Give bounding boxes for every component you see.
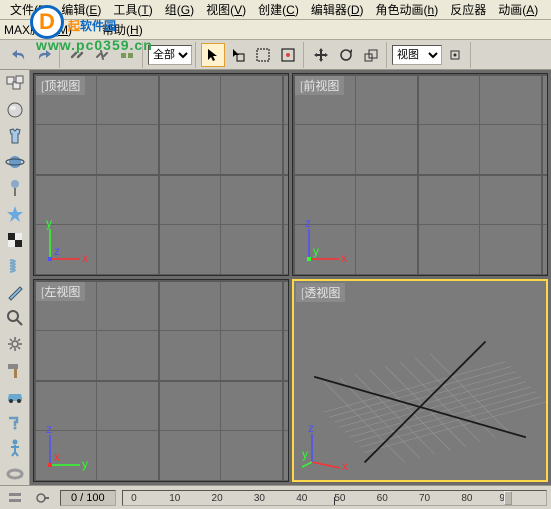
checker-icon[interactable] bbox=[2, 228, 28, 251]
menu-create[interactable]: 创建(C) bbox=[252, 0, 305, 20]
menu-editors[interactable]: 编辑器(D) bbox=[305, 0, 370, 20]
car-icon[interactable] bbox=[2, 384, 28, 407]
svg-text:z: z bbox=[308, 424, 314, 435]
pivot-center-button[interactable] bbox=[443, 43, 467, 67]
menu-reactor[interactable]: 反应器 bbox=[444, 0, 492, 20]
timeline-config-icon[interactable] bbox=[4, 488, 26, 508]
axis-gizmo-icon: x z y bbox=[302, 424, 350, 472]
hammer-icon[interactable] bbox=[2, 358, 28, 381]
selection-filter-dropdown[interactable]: 全部 bbox=[148, 45, 192, 65]
magnify-icon[interactable] bbox=[2, 306, 28, 329]
link-button[interactable] bbox=[65, 43, 89, 67]
select-region-button[interactable] bbox=[251, 43, 275, 67]
viewport-label-top: [顶视图 bbox=[36, 76, 85, 95]
brush-icon[interactable] bbox=[2, 280, 28, 303]
faucet-icon[interactable] bbox=[2, 410, 28, 433]
redo-button[interactable] bbox=[32, 43, 56, 67]
viewport-perspective[interactable]: [透视图 x z y bbox=[292, 279, 548, 482]
svg-text:y: y bbox=[313, 244, 319, 258]
viewport-left[interactable]: [左视图 y z x bbox=[33, 279, 289, 482]
select-by-name-button[interactable] bbox=[226, 43, 250, 67]
svg-text:z: z bbox=[54, 244, 60, 258]
menu-animation[interactable]: 动画(A) bbox=[492, 0, 544, 20]
svg-text:y: y bbox=[82, 457, 88, 471]
scale-button[interactable] bbox=[359, 43, 383, 67]
menu-maxscript[interactable]: MAX脚本(M) bbox=[4, 21, 72, 38]
main-toolbar: 全部 视图 bbox=[0, 40, 551, 70]
viewport-label-left: [左视图 bbox=[36, 282, 85, 301]
gear-icon[interactable] bbox=[2, 332, 28, 355]
select-object-button[interactable] bbox=[201, 43, 225, 67]
spring-icon[interactable] bbox=[2, 254, 28, 277]
move-button[interactable] bbox=[309, 43, 333, 67]
main-menu-bar: 文件(F) 编辑(E) 工具(T) 组(G) 视图(V) 创建(C) 编辑器(D… bbox=[0, 0, 551, 20]
svg-text:y: y bbox=[46, 219, 52, 230]
pushpin-icon[interactable] bbox=[2, 176, 28, 199]
menu-group[interactable]: 组(G) bbox=[159, 0, 200, 20]
axis-gizmo-icon: y z x bbox=[42, 425, 90, 473]
menu-file[interactable]: 文件(F) bbox=[4, 0, 55, 20]
menu-edit[interactable]: 编辑(E) bbox=[55, 0, 107, 20]
undo-button[interactable] bbox=[7, 43, 31, 67]
svg-text:z: z bbox=[46, 425, 52, 436]
viewport-top[interactable]: [顶视图 x y z bbox=[33, 73, 289, 276]
primitives-box-icon[interactable] bbox=[2, 72, 28, 95]
torus-icon[interactable] bbox=[2, 462, 28, 485]
viewport-label-front: [前视图 bbox=[295, 76, 344, 95]
menu-character[interactable]: 角色动画(h) bbox=[370, 0, 445, 20]
viewport-container: [顶视图 x y z [前视图 x z y [左视图 y z x bbox=[30, 70, 551, 485]
menu-views[interactable]: 视图(V) bbox=[200, 0, 252, 20]
bind-button[interactable] bbox=[115, 43, 139, 67]
svg-text:x: x bbox=[341, 251, 347, 265]
timeline-bar: 0 / 100 0 10 20 30 40 50 60 70 80 90 bbox=[0, 485, 551, 509]
menu-help[interactable]: 帮助(H) bbox=[102, 21, 143, 38]
timeline-slider[interactable] bbox=[504, 491, 512, 505]
axis-gizmo-icon: x z y bbox=[301, 219, 349, 267]
maxscript-row: MAX脚本(M) 帮助(H) bbox=[0, 20, 551, 40]
sphere-icon[interactable] bbox=[2, 98, 28, 121]
timeline-track[interactable]: 0 10 20 30 40 50 60 70 80 90 bbox=[122, 490, 547, 506]
window-crossing-button[interactable] bbox=[276, 43, 300, 67]
viewport-label-persp: [透视图 bbox=[296, 283, 345, 302]
star-icon[interactable] bbox=[2, 202, 28, 225]
svg-text:z: z bbox=[305, 219, 311, 230]
planet-icon[interactable] bbox=[2, 150, 28, 173]
viewport-front[interactable]: [前视图 x z y bbox=[292, 73, 548, 276]
menu-tools[interactable]: 工具(T) bbox=[107, 0, 158, 20]
axis-gizmo-icon: x y z bbox=[42, 219, 90, 267]
rotate-button[interactable] bbox=[334, 43, 358, 67]
svg-text:x: x bbox=[82, 251, 88, 265]
svg-text:x: x bbox=[54, 450, 60, 464]
svg-text:x: x bbox=[342, 459, 348, 472]
unlink-button[interactable] bbox=[90, 43, 114, 67]
left-toolbar bbox=[0, 70, 30, 485]
shirt-icon[interactable] bbox=[2, 124, 28, 147]
frame-indicator[interactable]: 0 / 100 bbox=[60, 490, 116, 506]
timeline-key-icon[interactable] bbox=[32, 488, 54, 508]
workspace: [顶视图 x y z [前视图 x z y [左视图 y z x bbox=[0, 70, 551, 485]
svg-text:y: y bbox=[302, 447, 308, 461]
figure-icon[interactable] bbox=[2, 436, 28, 459]
reference-coord-dropdown[interactable]: 视图 bbox=[392, 45, 442, 65]
